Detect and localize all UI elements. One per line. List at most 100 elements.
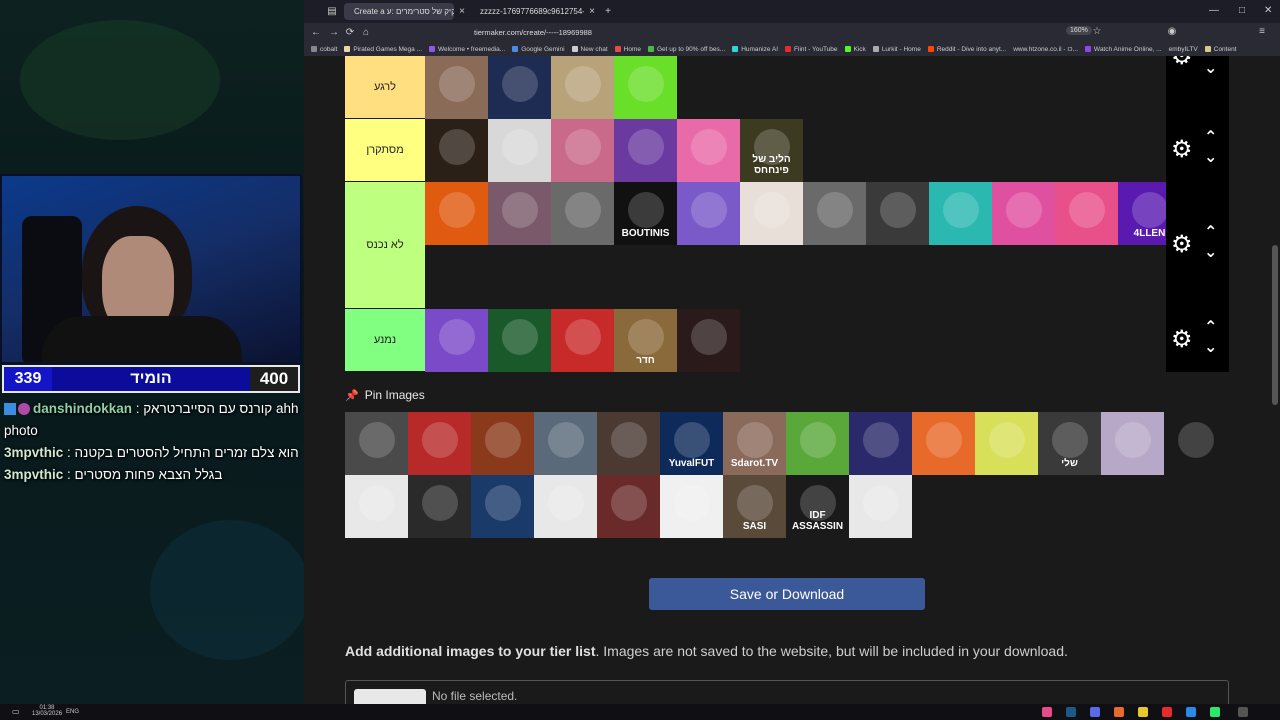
obs-icon[interactable] bbox=[1162, 707, 1172, 717]
new-tab-icon[interactable]: + bbox=[600, 6, 616, 17]
app-icon[interactable] bbox=[1210, 707, 1220, 717]
chevron-down-icon[interactable]: ⌄ bbox=[1204, 58, 1217, 78]
notification-icon[interactable]: ▭ bbox=[12, 707, 20, 716]
tier-label[interactable]: נמנע bbox=[345, 309, 425, 371]
tier-image[interactable] bbox=[1164, 412, 1227, 475]
app-icon[interactable] bbox=[1186, 707, 1196, 717]
file-explorer-icon[interactable] bbox=[1138, 707, 1148, 717]
chevron-up-icon[interactable]: ⌃ bbox=[1204, 222, 1217, 242]
tab-second[interactable]: zzzzz-1769776689c9612754-2662-... bbox=[474, 3, 584, 20]
tier-image[interactable] bbox=[677, 182, 740, 245]
tier-image[interactable] bbox=[534, 475, 597, 538]
tier-image[interactable] bbox=[866, 182, 929, 245]
account-icon[interactable]: ◉ bbox=[1164, 26, 1180, 37]
home-icon[interactable]: ⌂ bbox=[358, 27, 374, 38]
tier-image[interactable] bbox=[488, 56, 551, 119]
app-icon[interactable] bbox=[1042, 707, 1052, 717]
tier-image[interactable] bbox=[975, 412, 1038, 475]
tier-image[interactable] bbox=[677, 119, 740, 182]
tab-tiermaker[interactable]: Create a קיק של סטרימרים :ע tier bbox=[344, 3, 454, 20]
bookmark-item[interactable]: Welcome • freemedia... bbox=[429, 46, 505, 53]
tier-image[interactable] bbox=[597, 475, 660, 538]
chevron-down-icon[interactable]: ⌄ bbox=[1204, 337, 1217, 357]
pin-images-toggle[interactable]: 📌 Pin Images bbox=[345, 388, 425, 402]
menu-icon[interactable]: ≡ bbox=[1254, 26, 1270, 37]
bookmark-star-icon[interactable]: ☆ bbox=[1089, 26, 1105, 37]
bookmark-item[interactable]: cobalt bbox=[311, 46, 337, 53]
bookmark-item[interactable]: Lurkit - Home bbox=[872, 46, 921, 53]
maximize-icon[interactable]: □ bbox=[1239, 5, 1245, 16]
bookmark-item[interactable]: Get up to 90% off bes... bbox=[648, 46, 725, 53]
tier-image[interactable] bbox=[425, 309, 488, 372]
close-window-icon[interactable]: ✕ bbox=[1264, 5, 1272, 16]
chevron-down-icon[interactable]: ⌄ bbox=[1204, 147, 1217, 167]
chevron-up-icon[interactable]: ⌃ bbox=[1204, 127, 1217, 147]
bookmark-item[interactable]: Kick bbox=[844, 46, 866, 53]
gear-icon[interactable]: ⚙ bbox=[1171, 56, 1193, 71]
tier-image[interactable] bbox=[345, 475, 408, 538]
tier-image[interactable]: BOUTINIS bbox=[614, 182, 677, 245]
tier-image[interactable]: הליב של פינחחס bbox=[740, 119, 803, 182]
tier-image[interactable] bbox=[740, 182, 803, 245]
tier-image[interactable] bbox=[912, 412, 975, 475]
tier-image[interactable] bbox=[471, 475, 534, 538]
address-bar[interactable]: tiermaker.com/create/-----18969988 bbox=[474, 28, 592, 37]
bookmark-item[interactable]: Home bbox=[614, 46, 641, 53]
bookmark-item[interactable]: Humanize AI bbox=[732, 46, 778, 53]
clock[interactable]: 01:38 13/03/2026 bbox=[32, 705, 62, 717]
tier-image[interactable] bbox=[551, 56, 614, 119]
tier-image[interactable]: IDF ASSASSIN bbox=[786, 475, 849, 538]
gear-icon[interactable]: ⚙ bbox=[1171, 230, 1193, 259]
tier-image[interactable] bbox=[551, 309, 614, 372]
tier-image[interactable] bbox=[803, 182, 866, 245]
chevron-up-icon[interactable]: ⌃ bbox=[1204, 317, 1217, 337]
tab-list-icon[interactable]: ▤ bbox=[324, 6, 340, 17]
tier-image[interactable] bbox=[534, 412, 597, 475]
tier-image[interactable] bbox=[1101, 412, 1164, 475]
discord-icon[interactable] bbox=[1090, 707, 1100, 717]
tier-image[interactable] bbox=[1055, 182, 1118, 245]
tier-image[interactable]: SASI bbox=[723, 475, 786, 538]
bookmark-item[interactable]: Watch Anime Online, ... bbox=[1084, 46, 1162, 53]
reload-icon[interactable]: ⟳ bbox=[342, 27, 358, 38]
chevron-down-icon[interactable]: ⌄ bbox=[1204, 242, 1217, 262]
tier-image[interactable] bbox=[992, 182, 1055, 245]
tier-image[interactable] bbox=[408, 412, 471, 475]
tier-image[interactable] bbox=[849, 475, 912, 538]
minimize-icon[interactable]: — bbox=[1209, 5, 1219, 16]
tier-image[interactable] bbox=[408, 475, 471, 538]
steam-icon[interactable] bbox=[1066, 707, 1076, 717]
tier-image[interactable] bbox=[614, 56, 677, 119]
tier-image[interactable] bbox=[425, 56, 488, 119]
browse-file-button[interactable] bbox=[354, 689, 426, 704]
bookmark-item[interactable]: www.htzone.co.il - כו... bbox=[1013, 46, 1078, 53]
app-icon[interactable] bbox=[1238, 707, 1248, 717]
bookmark-item[interactable]: Reddit - Dive into anyt... bbox=[927, 46, 1006, 53]
tier-image[interactable] bbox=[425, 119, 488, 182]
bookmark-item[interactable]: Google Gemini bbox=[512, 46, 565, 53]
page-scrollbar[interactable] bbox=[1272, 60, 1278, 700]
tier-image[interactable] bbox=[677, 309, 740, 372]
tier-image[interactable] bbox=[425, 182, 488, 245]
tier-label[interactable]: מסתקרן bbox=[345, 119, 425, 181]
close-tab-icon[interactable]: × bbox=[584, 6, 600, 17]
tier-image[interactable] bbox=[849, 412, 912, 475]
tier-image[interactable] bbox=[551, 119, 614, 182]
language-indicator[interactable]: ENG bbox=[66, 709, 79, 715]
close-tab-icon[interactable]: × bbox=[454, 6, 470, 17]
save-download-button[interactable]: Save or Download bbox=[649, 578, 925, 610]
forward-icon[interactable]: → bbox=[326, 27, 342, 38]
tier-image[interactable] bbox=[597, 412, 660, 475]
tier-image[interactable] bbox=[488, 182, 551, 245]
tier-image[interactable]: חדר bbox=[614, 309, 677, 372]
tier-image[interactable] bbox=[345, 412, 408, 475]
tier-image[interactable] bbox=[551, 182, 614, 245]
gear-icon[interactable]: ⚙ bbox=[1171, 325, 1193, 354]
back-icon[interactable]: ← bbox=[308, 27, 324, 38]
bookmark-folder[interactable]: Content bbox=[1204, 46, 1237, 53]
bookmark-item[interactable]: New chat bbox=[571, 46, 608, 53]
tier-image[interactable] bbox=[614, 119, 677, 182]
tier-image[interactable] bbox=[488, 119, 551, 182]
tier-image[interactable] bbox=[786, 412, 849, 475]
gear-icon[interactable]: ⚙ bbox=[1171, 135, 1193, 164]
